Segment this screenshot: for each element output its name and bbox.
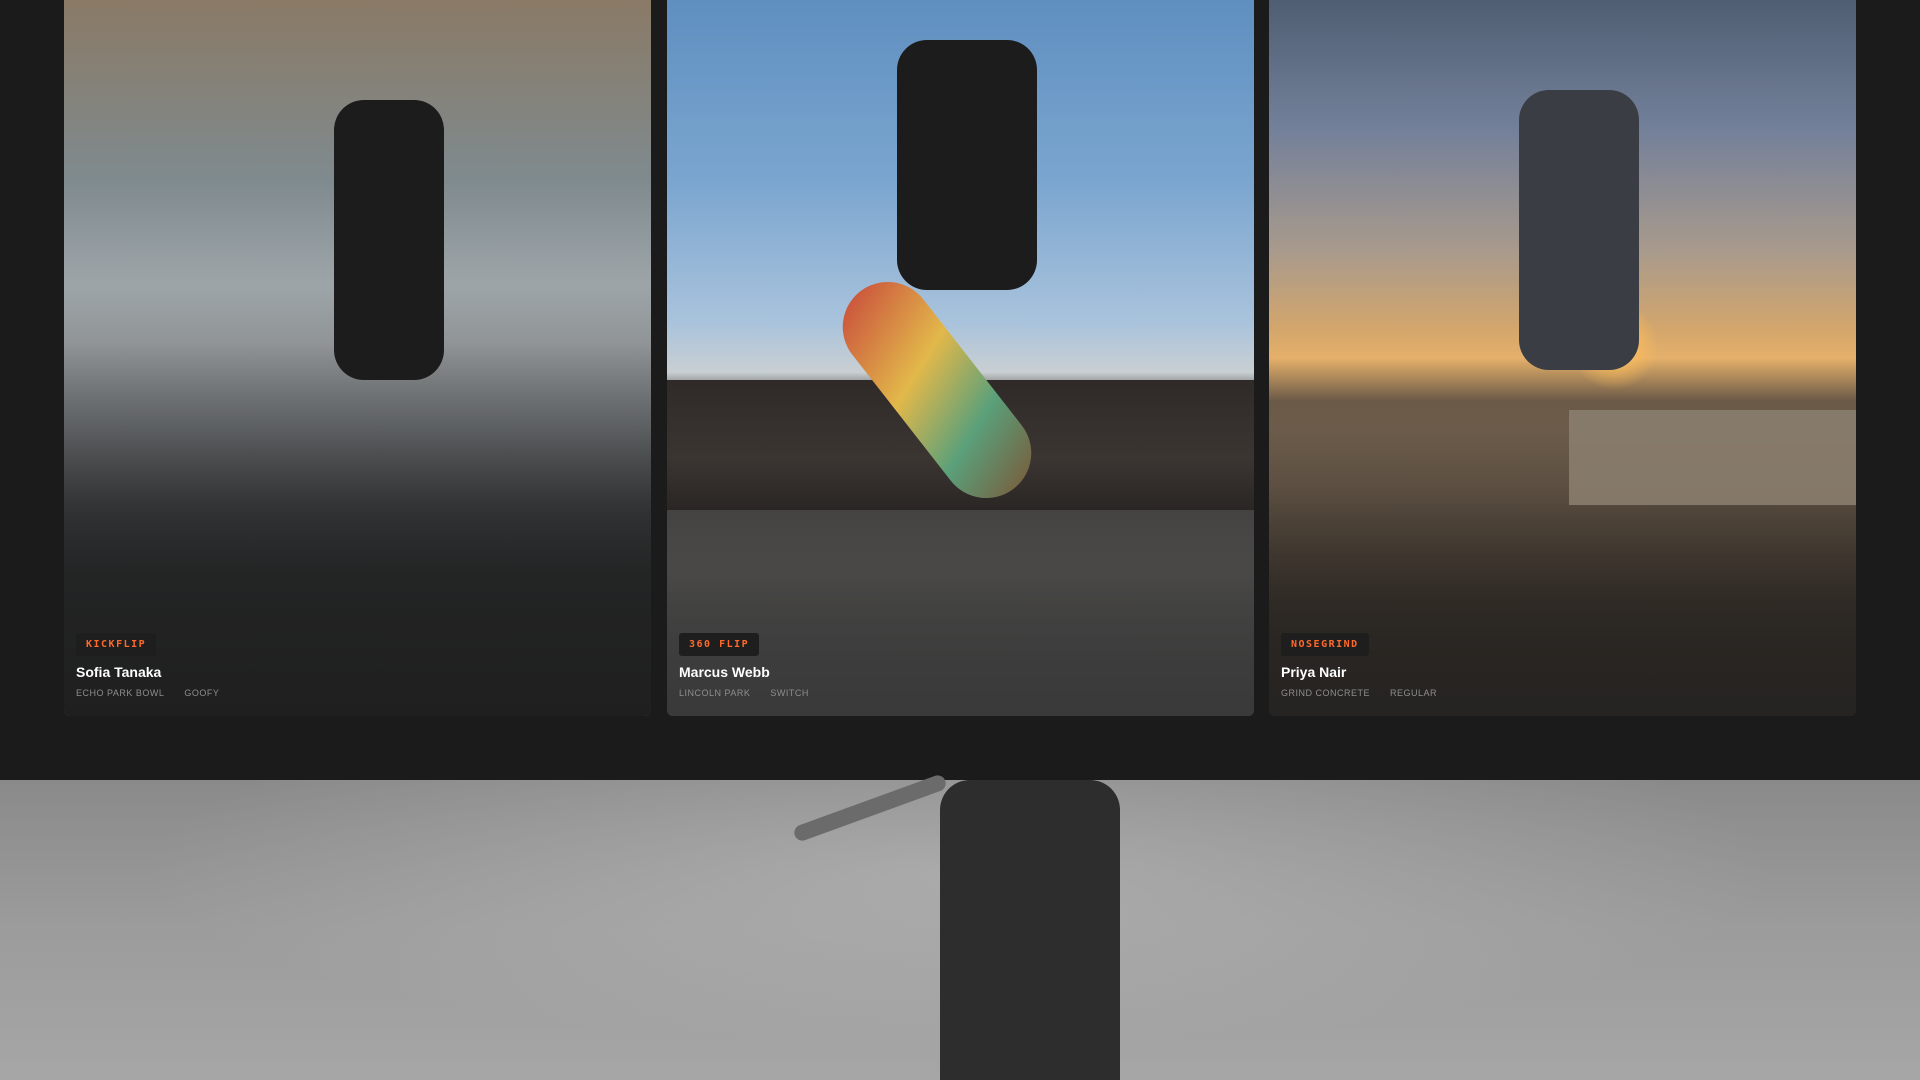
trick-badge: 360 FLIP	[679, 633, 760, 656]
skater-meta: LINCOLN PARK SWITCH	[679, 688, 1242, 698]
skater-silhouette	[940, 780, 1120, 1080]
page: KICKFLIP Sofia Tanaka ECHO PARK BOWL GOOF…	[0, 0, 1920, 1080]
location-label: LINCOLN PARK	[679, 688, 751, 698]
skater-card-sofia-tanaka[interactable]: KICKFLIP Sofia Tanaka ECHO PARK BOWL GOOF…	[64, 0, 651, 716]
skater-card-marcus-webb[interactable]: 360 FLIP Marcus Webb LINCOLN PARK SWITCH	[667, 0, 1254, 716]
skater-silhouette	[1519, 90, 1639, 370]
skater-silhouette	[897, 40, 1037, 290]
skater-photo	[667, 0, 1254, 716]
skater-photo	[1269, 0, 1856, 716]
skater-silhouette	[334, 100, 444, 380]
skater-arm	[792, 773, 948, 843]
card-info: KICKFLIP Sofia Tanaka ECHO PARK BOWL GOOF…	[76, 633, 639, 698]
skater-name: Sofia Tanaka	[76, 664, 162, 680]
stance-label: GOOFY	[184, 688, 220, 698]
location-label: GRIND CONCRETE	[1281, 688, 1371, 698]
skater-photo	[64, 0, 651, 716]
stance-label: SWITCH	[770, 688, 809, 698]
skater-cards-grid: KICKFLIP Sofia Tanaka ECHO PARK BOWL GOOF…	[0, 0, 1920, 780]
card-info: NOSEGRIND Priya Nair GRIND CONCRETE REGUL…	[1281, 633, 1844, 698]
trick-badge: NOSEGRIND	[1281, 633, 1369, 656]
hero-photo-banner	[0, 773, 1920, 1080]
skater-name: Marcus Webb	[679, 664, 770, 680]
skater-meta: GRIND CONCRETE REGULAR	[1281, 688, 1844, 698]
skater-meta: ECHO PARK BOWL GOOFY	[76, 688, 639, 698]
trick-badge: KICKFLIP	[76, 633, 157, 656]
stance-label: REGULAR	[1390, 688, 1438, 698]
card-info: 360 FLIP Marcus Webb LINCOLN PARK SWITCH	[679, 633, 1242, 698]
skater-name: Priya Nair	[1281, 664, 1347, 680]
skater-card-priya-nair[interactable]: NOSEGRIND Priya Nair GRIND CONCRETE REGUL…	[1269, 0, 1856, 716]
concrete-ledge	[1569, 410, 1856, 505]
location-label: ECHO PARK BOWL	[76, 688, 165, 698]
